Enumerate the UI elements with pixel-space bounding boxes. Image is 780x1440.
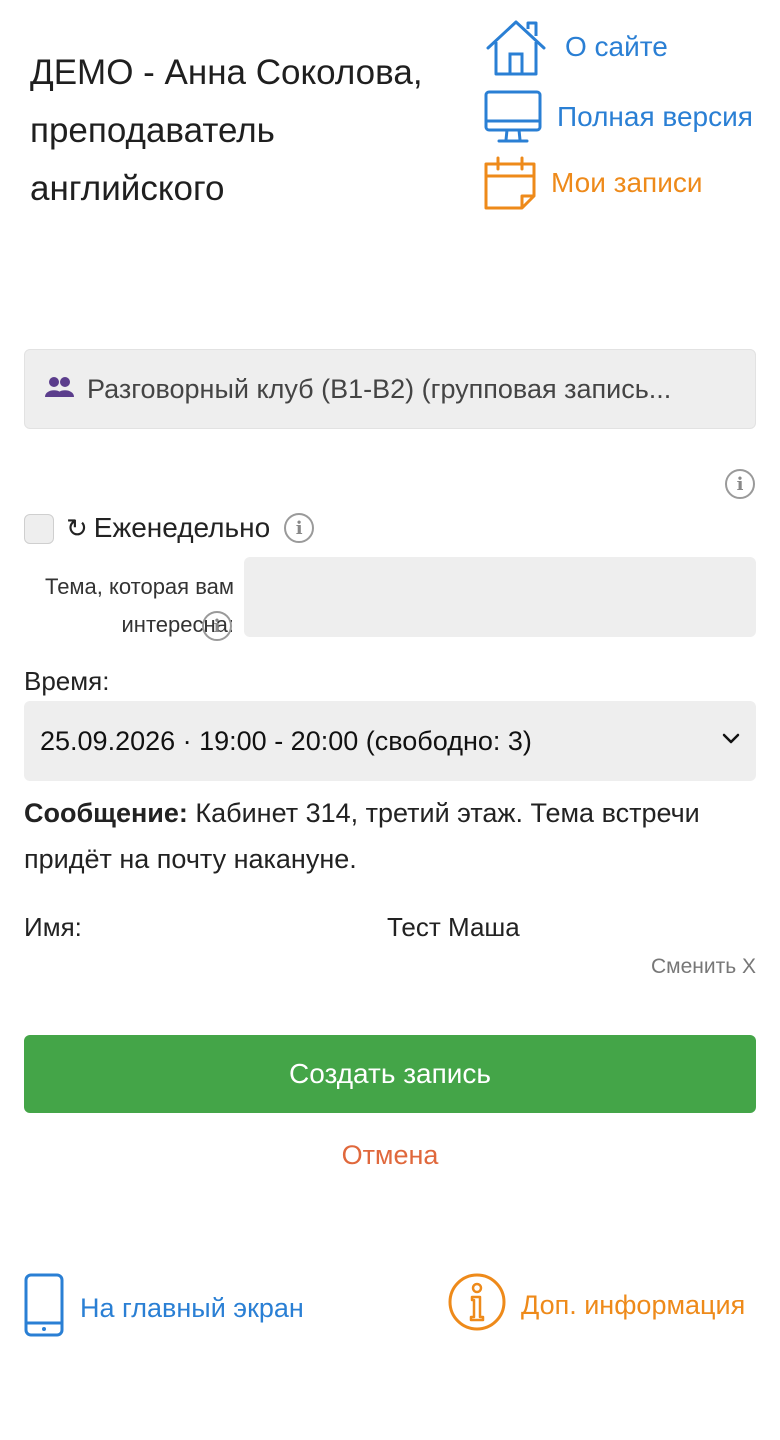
cancel-link[interactable]: Отмена xyxy=(0,1140,780,1171)
name-label: Имя: xyxy=(24,912,82,942)
info-icon[interactable]: i xyxy=(725,469,755,499)
monitor-icon xyxy=(484,90,542,144)
nav-about-link[interactable]: О сайте xyxy=(484,18,668,76)
message-block: Сообщение: Кабинет 314, третий этаж. Тем… xyxy=(24,790,764,882)
nav-about-label: О сайте xyxy=(565,31,668,62)
change-name-link[interactable]: Сменить X xyxy=(560,955,756,979)
more-info-link[interactable]: Доп. информация xyxy=(448,1273,745,1338)
info-circle-icon xyxy=(448,1273,506,1338)
calendar-icon xyxy=(484,156,538,210)
topic-info-icon[interactable]: i xyxy=(202,611,232,641)
page-title: ДЕМО - Анна Соколова, преподаватель англ… xyxy=(30,53,423,208)
nav-full-version-link[interactable]: Полная версия xyxy=(484,90,753,144)
phone-icon xyxy=(24,1273,64,1344)
chevron-down-icon xyxy=(722,732,740,750)
time-select-value: 25.09.2026 · 19:00 - 20:00 (свободно: 3) xyxy=(40,725,532,756)
topic-label: Тема, которая вам интересна: xyxy=(20,568,234,644)
time-label: Время: xyxy=(24,666,110,696)
message-label: Сообщение: xyxy=(24,798,188,828)
create-booking-button[interactable]: Создать запись xyxy=(24,1035,756,1113)
service-select-value: Разговорный клуб (B1-B2) (групповая запи… xyxy=(87,373,672,404)
repeat-icon: ↻ xyxy=(66,512,88,543)
nav-full-version-label: Полная версия xyxy=(557,101,753,132)
home-screen-link[interactable]: На главный экран xyxy=(24,1273,304,1344)
weekly-row: ↻ Еженедельно i xyxy=(66,512,315,544)
more-info-label: Доп. информация xyxy=(521,1290,746,1320)
house-icon xyxy=(484,18,548,76)
weekly-label: Еженедельно xyxy=(93,512,271,543)
nav-my-bookings-link[interactable]: Мои записи xyxy=(484,156,702,210)
group-icon xyxy=(45,376,75,403)
name-value: Тест Маша xyxy=(387,912,520,942)
weekly-checkbox[interactable] xyxy=(24,514,54,544)
weekly-info-icon[interactable]: i xyxy=(284,513,315,543)
time-select[interactable]: 25.09.2026 · 19:00 - 20:00 (свободно: 3) xyxy=(24,701,756,781)
topic-input[interactable] xyxy=(244,557,756,637)
nav-my-bookings-label: Мои записи xyxy=(551,167,703,198)
service-select[interactable]: Разговорный клуб (B1-B2) (групповая запи… xyxy=(24,349,756,429)
home-screen-label: На главный экран xyxy=(80,1293,304,1323)
